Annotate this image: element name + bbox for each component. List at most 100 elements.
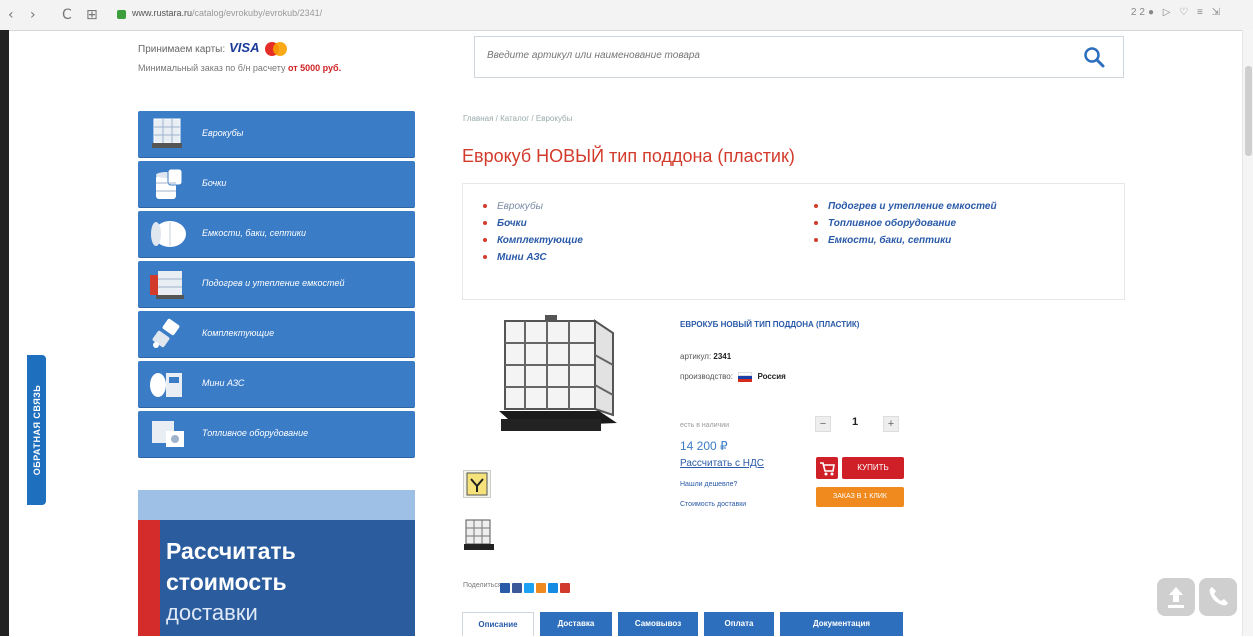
tank-icon (151, 221, 186, 247)
category-link-label: Емкости, баки, септики (828, 235, 952, 246)
producer-label: производство: (680, 372, 733, 381)
browser-extension-icons[interactable]: 22● ▷ ♡ ≡ ⇲ (1131, 7, 1223, 18)
menu-item-label: Топливное оборудование (202, 428, 309, 438)
tab-documentation[interactable]: Документация (780, 612, 903, 636)
category-link[interactable]: Мини АЗС (483, 249, 583, 266)
bullet-icon (814, 221, 818, 226)
category-link-label: Еврокубы (497, 201, 543, 212)
tab-description[interactable]: Описание (462, 612, 534, 636)
bullet-icon (483, 221, 487, 226)
menu-item-mini-station[interactable]: Мини АЗС (138, 361, 415, 408)
producer-value: Россия (757, 372, 786, 381)
category-links: Еврокубы Бочки Комплектующие Мини АЗС По… (462, 183, 1125, 300)
window-edge (0, 30, 9, 636)
product-name: ЕВРОКУБ НОВЫЙ ТИП ПОДДОНА (ПЛАСТИК) (680, 320, 860, 329)
banner-accent (138, 520, 160, 636)
menu-item-tanks[interactable]: Емкости, баки, септики (138, 211, 415, 258)
menu-item-heating[interactable]: Подогрев и утепление емкостей (138, 261, 415, 308)
category-link[interactable]: Еврокубы (483, 198, 583, 215)
buy-label: купить (842, 457, 904, 479)
delivery-cost-link[interactable]: Стоимость доставки (680, 501, 746, 508)
menu-item-label: Бочки (202, 178, 227, 188)
payment-label: Принимаем карты: (138, 44, 226, 55)
google-share-icon[interactable] (560, 583, 570, 593)
vk-share-icon[interactable] (500, 583, 510, 593)
breadcrumb[interactable]: Главная / Каталог / Еврокубы (463, 114, 572, 123)
mini-station-icon (150, 373, 182, 397)
grid-icon[interactable]: ⊞ (86, 7, 98, 23)
fuel-equipment-icon (152, 421, 184, 447)
menu-item-fuel-equipment[interactable]: Топливное оборудование (138, 411, 415, 458)
one-click-order-button[interactable]: ЗАКАЗ В 1 КЛИК (816, 487, 904, 507)
product-tabs: Описание Доставка Самовывоз Оплата Докум… (462, 612, 903, 636)
found-cheaper-link[interactable]: Нашли дешевле? (680, 481, 737, 488)
menu-item-label: Еврокубы (202, 128, 244, 138)
banner-line-1: Рассчитать (166, 538, 296, 564)
menu-item-eurocubes[interactable]: Еврокубы (138, 111, 415, 158)
share-label: Поделиться: (463, 582, 504, 589)
back-button[interactable]: ‹ (8, 7, 14, 23)
category-column-right: Подогрев и утепление емкостей Топливное … (814, 198, 997, 249)
scroll-up-button[interactable] (1157, 578, 1195, 616)
search-icon[interactable] (1083, 46, 1105, 68)
browser-toolbar: ‹ › C ⊞ www.rustara.ru/catalog/evrokuby/… (0, 0, 1253, 31)
feedback-label: ОБРАТНАЯ СВЯЗЬ (31, 384, 42, 476)
barrel-icon (156, 168, 183, 199)
category-link[interactable]: Бочки (483, 215, 583, 232)
upload-icon (1168, 587, 1184, 608)
category-link[interactable]: Подогрев и утепление емкостей (814, 198, 997, 215)
min-order-amount: от 5000 руб. (287, 63, 342, 73)
bullet-icon (814, 238, 818, 243)
delivery-calc-banner[interactable]: Рассчитать стоимость доставки (138, 490, 415, 636)
category-link[interactable]: Топливное оборудование (814, 215, 997, 232)
heating-icon (150, 271, 184, 299)
tab-pickup[interactable]: Самовывоз (618, 612, 698, 636)
category-link[interactable]: Емкости, баки, септики (814, 232, 997, 249)
page-title: Еврокуб НОВЫЙ тип поддона (пластик) (462, 146, 795, 166)
callback-button[interactable] (1199, 578, 1237, 616)
quantity-decrease-button[interactable]: − (815, 416, 831, 432)
mailru-share-icon[interactable] (548, 583, 558, 593)
feedback-tab[interactable]: ОБРАТНАЯ СВЯЗЬ (27, 355, 46, 505)
menu-item-label: Емкости, баки, септики (202, 228, 306, 238)
min-order-note: Минимальный заказ по б/н расчету от 5000… (138, 63, 341, 73)
facebook-share-icon[interactable] (512, 583, 522, 593)
tab-payment[interactable]: Оплата (704, 612, 774, 636)
category-link-label: Подогрев и утепление емкостей (828, 201, 997, 212)
product-thumbnail-2[interactable] (462, 512, 496, 564)
producer-row: производство: Россия (680, 372, 786, 383)
forward-button[interactable]: › (30, 7, 36, 23)
product-price: 14 200 ₽ (680, 439, 728, 453)
cart-icon (820, 462, 835, 476)
product-thumbnail-1[interactable] (463, 470, 491, 498)
category-link-label: Комплектующие (497, 235, 583, 246)
bullet-icon (483, 238, 487, 243)
address-bar[interactable]: www.rustara.ru/catalog/evrokuby/evrokub/… (132, 8, 322, 18)
bullet-icon (814, 204, 818, 209)
lock-icon (117, 10, 126, 19)
search-input[interactable] (485, 49, 1069, 62)
buy-button[interactable]: купить (816, 457, 904, 479)
category-link-label: Мини АЗС (497, 252, 547, 263)
category-link[interactable]: Комплектующие (483, 232, 583, 249)
menu-item-label: Подогрев и утепление емкостей (202, 278, 345, 288)
reload-button[interactable]: C (62, 7, 72, 23)
quantity-value[interactable]: 1 (852, 416, 858, 428)
min-order-text: Минимальный заказ по б/н расчету (138, 63, 288, 73)
scrollbar-thumb[interactable] (1245, 66, 1252, 156)
search-box (474, 36, 1124, 78)
odnoklassniki-share-icon[interactable] (536, 583, 546, 593)
russia-flag-icon (738, 372, 753, 383)
product-image[interactable] (495, 315, 620, 440)
mastercard-icon (265, 42, 288, 57)
twitter-share-icon[interactable] (524, 583, 534, 593)
vat-calc-link[interactable]: Рассчитать с НДС (680, 458, 764, 469)
tab-delivery[interactable]: Доставка (540, 612, 612, 636)
banner-line-3: доставки (166, 600, 258, 625)
cart-icon-box (816, 457, 838, 479)
quantity-increase-button[interactable]: + (883, 416, 899, 432)
menu-item-barrels[interactable]: Бочки (138, 161, 415, 208)
certificate-icon (466, 472, 488, 496)
menu-item-parts[interactable]: Комплектующие (138, 311, 415, 358)
page-scrollbar[interactable] (1242, 30, 1253, 636)
